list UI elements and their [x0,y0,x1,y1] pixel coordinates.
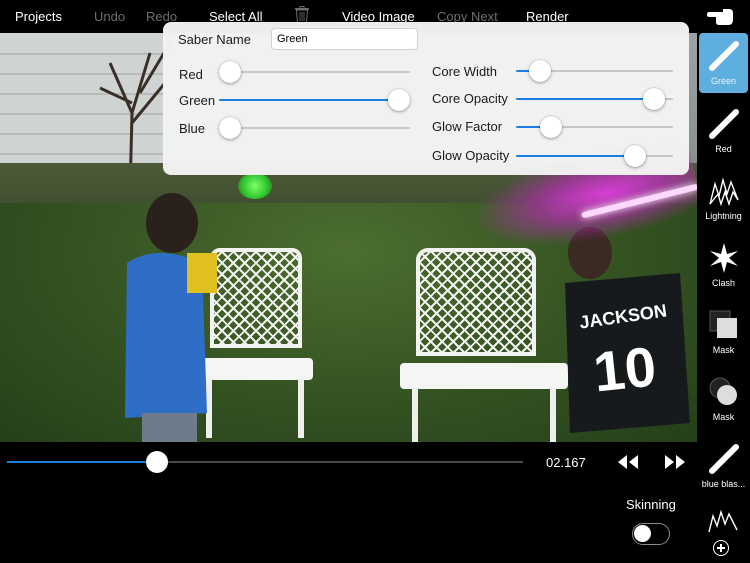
effect-item-clash[interactable]: Clash [699,235,748,295]
effect-item-label: Red [715,144,732,154]
green-slider[interactable] [219,88,410,112]
core-width-slider-thumb[interactable] [528,60,551,82]
saber-icon [709,41,739,71]
saber-icon [709,109,739,139]
clash-star-icon [710,243,738,273]
timeline-scrubber[interactable] [7,451,523,473]
effect-item-lightning[interactable]: Lightning [699,168,748,228]
rewind-icon[interactable] [617,454,639,470]
blue-slider-thumb[interactable] [219,117,241,139]
core-width-label: Core Width [432,64,498,79]
effect-item-label: Mask [712,412,735,422]
effect-item-red[interactable]: Red [699,101,748,161]
add-effect-button[interactable] [713,540,729,556]
glow-opacity-slider[interactable] [516,144,673,168]
current-time: 02.167 [546,455,586,470]
skinning-toggle[interactable] [632,523,670,545]
saber-settings-panel: Saber Name Red Green Blue Core Width Cor… [163,22,689,175]
saber-name-label: Saber Name [178,32,251,47]
effect-item-label: Mask [712,345,735,355]
svg-text:10: 10 [590,334,659,403]
blue-slider[interactable] [219,116,410,140]
child-left-figure [125,193,217,442]
effect-item-label: Green [710,76,736,86]
glow-opacity-slider-thumb[interactable] [624,145,647,167]
effect-item-label: Clash [711,278,735,288]
lightning-icon[interactable] [707,510,739,534]
timeline-scrubber-thumb[interactable] [145,451,168,473]
projects-button[interactable]: Projects [15,9,62,24]
mask-square-icon [709,310,737,338]
effect-item-label: blue blas... [701,479,746,489]
effect-item-label: Lightning [705,211,742,221]
effect-item-mask-square[interactable]: Mask [699,302,748,362]
undo-button[interactable]: Undo [94,9,125,24]
glow-factor-label: Glow Factor [432,119,503,134]
effects-sidebar: Green Red Lightning Clash Mask Mask blue… [697,0,750,563]
green-slider-thumb[interactable] [388,89,410,111]
green-label: Green [179,93,216,108]
red-label: Red [179,67,203,82]
mask-circle-icon [709,377,737,405]
right-chair [400,248,568,442]
core-opacity-label: Core Opacity [432,91,508,106]
timeline-bar: 02.167 Skinning [0,442,697,563]
core-opacity-slider[interactable] [516,87,673,111]
green-glow-effect [238,173,272,199]
blue-label: Blue [179,121,206,136]
hand-pointer-icon[interactable] [707,4,735,26]
effect-item-green[interactable]: Green [699,33,748,93]
saber-icon [709,444,739,474]
saber-name-input[interactable] [271,28,418,50]
glow-factor-slider-thumb[interactable] [539,116,562,138]
effect-item-mask-circle[interactable]: Mask [699,369,748,429]
lightning-icon [709,177,739,207]
fast-forward-icon[interactable] [664,454,686,470]
skinning-label: Skinning [626,497,676,512]
glow-factor-slider[interactable] [516,115,673,139]
skinning-toggle-knob [634,525,651,542]
core-width-slider[interactable] [516,59,673,83]
child-right-figure: JACKSON 10 [565,227,690,433]
effect-item-blue-blaster[interactable]: blue blas... [699,436,748,496]
red-slider-thumb[interactable] [219,61,241,83]
core-opacity-slider-thumb[interactable] [643,88,666,110]
glow-opacity-label: Glow Opacity [432,148,510,163]
red-slider[interactable] [219,60,410,84]
